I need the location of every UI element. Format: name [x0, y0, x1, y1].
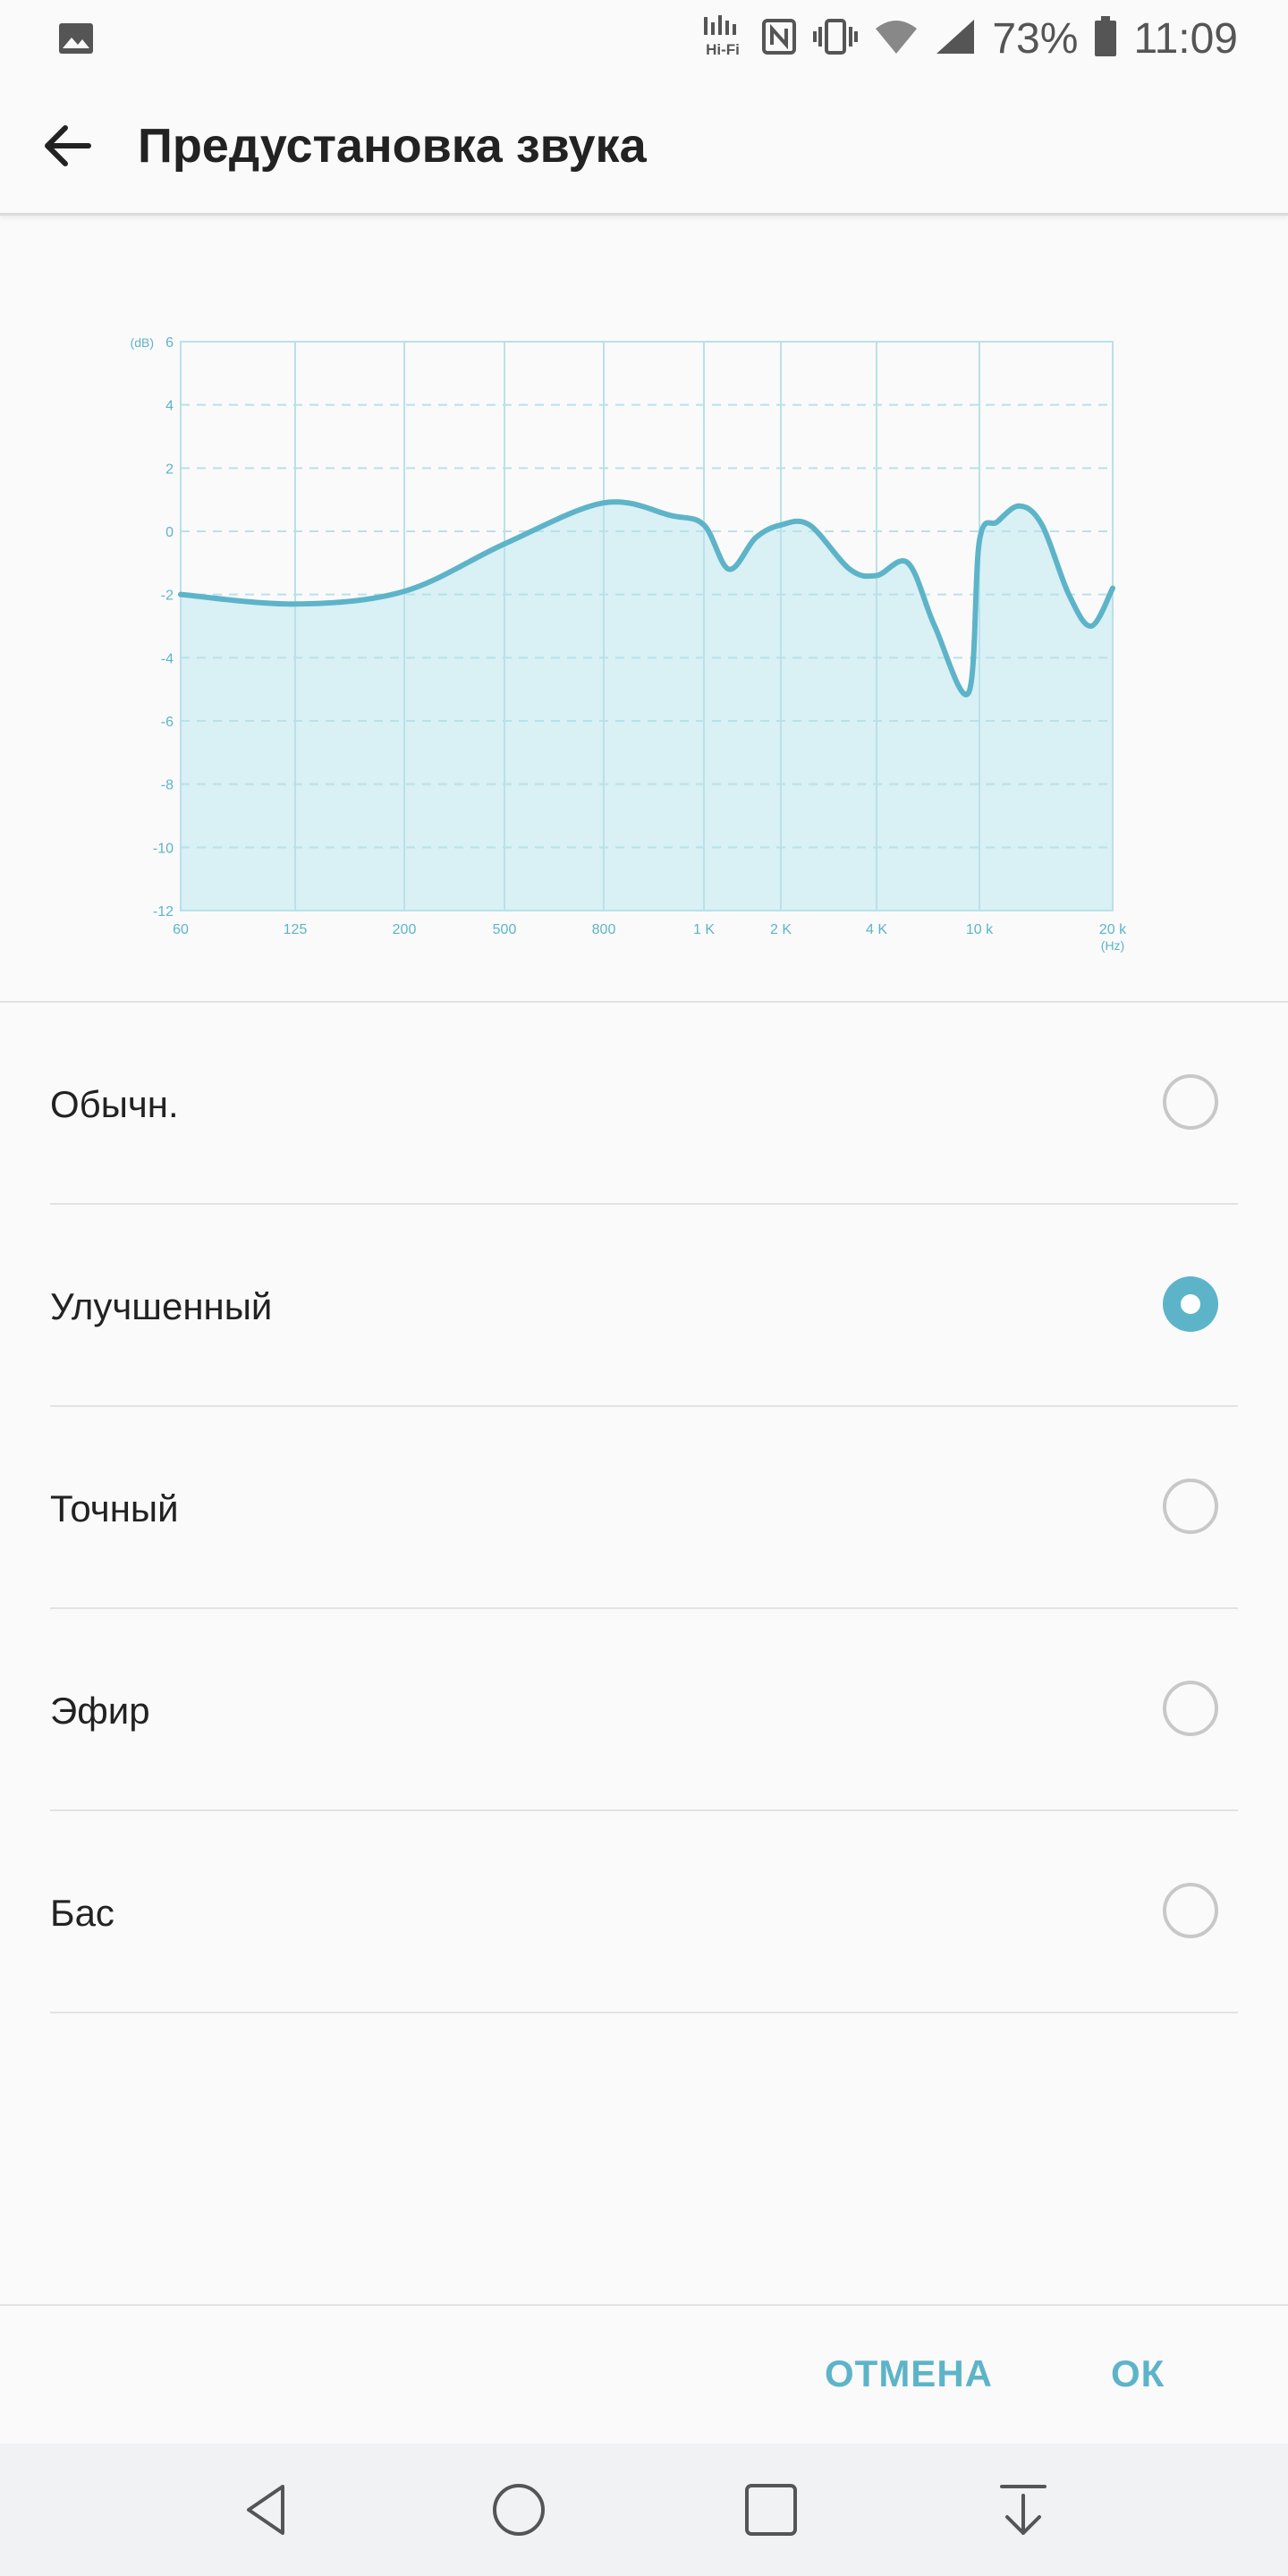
cancel-button[interactable]: ОТМЕНА — [825, 2352, 993, 2395]
radio-button[interactable] — [1163, 1479, 1218, 1534]
preset-item-normal[interactable]: Обычн. — [50, 1003, 1238, 1205]
y-tick-label: -12 — [153, 904, 174, 919]
home-circle-icon — [493, 2484, 545, 2536]
clock: 11:09 — [1133, 14, 1238, 63]
x-tick-label: 500 — [493, 922, 517, 937]
page-title: Предустановка звука — [138, 119, 647, 173]
x-tick-label: 4 K — [866, 922, 887, 937]
y-tick-label: 4 — [165, 399, 174, 414]
y-tick-label: 2 — [165, 462, 174, 477]
preset-label: Эфир — [50, 1690, 150, 1732]
hifi-icon: Hi-Fi — [700, 14, 745, 63]
nav-notifications-button[interactable] — [987, 2474, 1059, 2546]
nfc-icon — [761, 18, 797, 60]
preset-label: Бас — [50, 1892, 114, 1934]
y-tick-label: -4 — [161, 651, 174, 666]
x-tick-label: 60 — [173, 922, 189, 937]
battery-percent: 73% — [992, 14, 1079, 63]
eq-chart-area: 6 4 2 0 -2 -4 -6 -8 -10 -12 (dB) 60 125 200 500 800 1 K 2… — [0, 216, 1288, 1001]
x-tick-label: 125 — [284, 922, 308, 937]
y-tick-label: -8 — [161, 778, 174, 793]
eq-curve-fill — [181, 502, 1113, 911]
wifi-icon — [874, 18, 919, 60]
nav-recents-button[interactable] — [735, 2474, 807, 2546]
radio-button[interactable] — [1163, 1074, 1218, 1130]
preset-item-bass[interactable]: Бас — [50, 1811, 1238, 2013]
radio-button-selected[interactable] — [1163, 1276, 1218, 1332]
preset-item-broadcast[interactable]: Эфир — [50, 1609, 1238, 1811]
ok-button[interactable]: ОК — [1111, 2352, 1165, 2395]
preset-list: Обычн. Улучшенный Точный Эфир Бас — [0, 1003, 1288, 2013]
eq-chart: 6 4 2 0 -2 -4 -6 -8 -10 -12 (dB) 60 125 200 500 800 1 K 2… — [131, 335, 1128, 953]
preset-label: Улучшенный — [50, 1285, 273, 1327]
status-icons: Hi-Fi 73% 11:09 — [700, 0, 1238, 77]
preset-item-accurate[interactable]: Точный — [50, 1407, 1238, 1609]
dialog-button-bar: ОТМЕНА ОК — [0, 2304, 1288, 2445]
y-axis-unit: (dB) — [131, 335, 154, 350]
y-tick-label: 0 — [165, 525, 174, 540]
nav-back-button[interactable] — [231, 2474, 302, 2546]
y-tick-label: -6 — [161, 715, 174, 730]
navigation-bar — [0, 2444, 1288, 2576]
back-triangle-icon — [247, 2485, 284, 2535]
x-axis-unit: (Hz) — [1101, 938, 1124, 953]
battery-icon — [1094, 15, 1117, 62]
nav-home-button[interactable] — [483, 2474, 555, 2546]
preset-label: Обычн. — [50, 1083, 179, 1125]
radio-button[interactable] — [1163, 1883, 1218, 1938]
x-tick-label: 20 k — [1099, 922, 1127, 937]
preset-item-enhanced[interactable]: Улучшенный — [50, 1205, 1238, 1407]
status-bar: Hi-Fi 73% 11:09 — [0, 0, 1288, 77]
radio-button[interactable] — [1163, 1681, 1218, 1736]
x-tick-label: 2 K — [770, 922, 792, 937]
back-button[interactable] — [36, 113, 102, 179]
y-tick-label: -10 — [153, 841, 174, 856]
y-tick-label: 6 — [165, 335, 174, 351]
gallery-icon — [57, 20, 95, 62]
signal-icon — [935, 18, 976, 60]
arrow-left-icon — [45, 125, 91, 166]
recents-square-icon — [745, 2484, 797, 2536]
x-tick-label: 10 k — [966, 922, 994, 937]
x-tick-label: 1 K — [693, 922, 715, 937]
vibrate-icon — [813, 18, 859, 60]
x-tick-label: 200 — [393, 922, 417, 937]
notification-down-icon — [1000, 2485, 1046, 2535]
app-bar: Предустановка звука — [0, 77, 1288, 216]
preset-label: Точный — [50, 1487, 179, 1530]
svg-text:Hi-Fi: Hi-Fi — [706, 41, 740, 58]
y-tick-label: -2 — [161, 589, 174, 604]
x-tick-label: 800 — [592, 922, 616, 937]
